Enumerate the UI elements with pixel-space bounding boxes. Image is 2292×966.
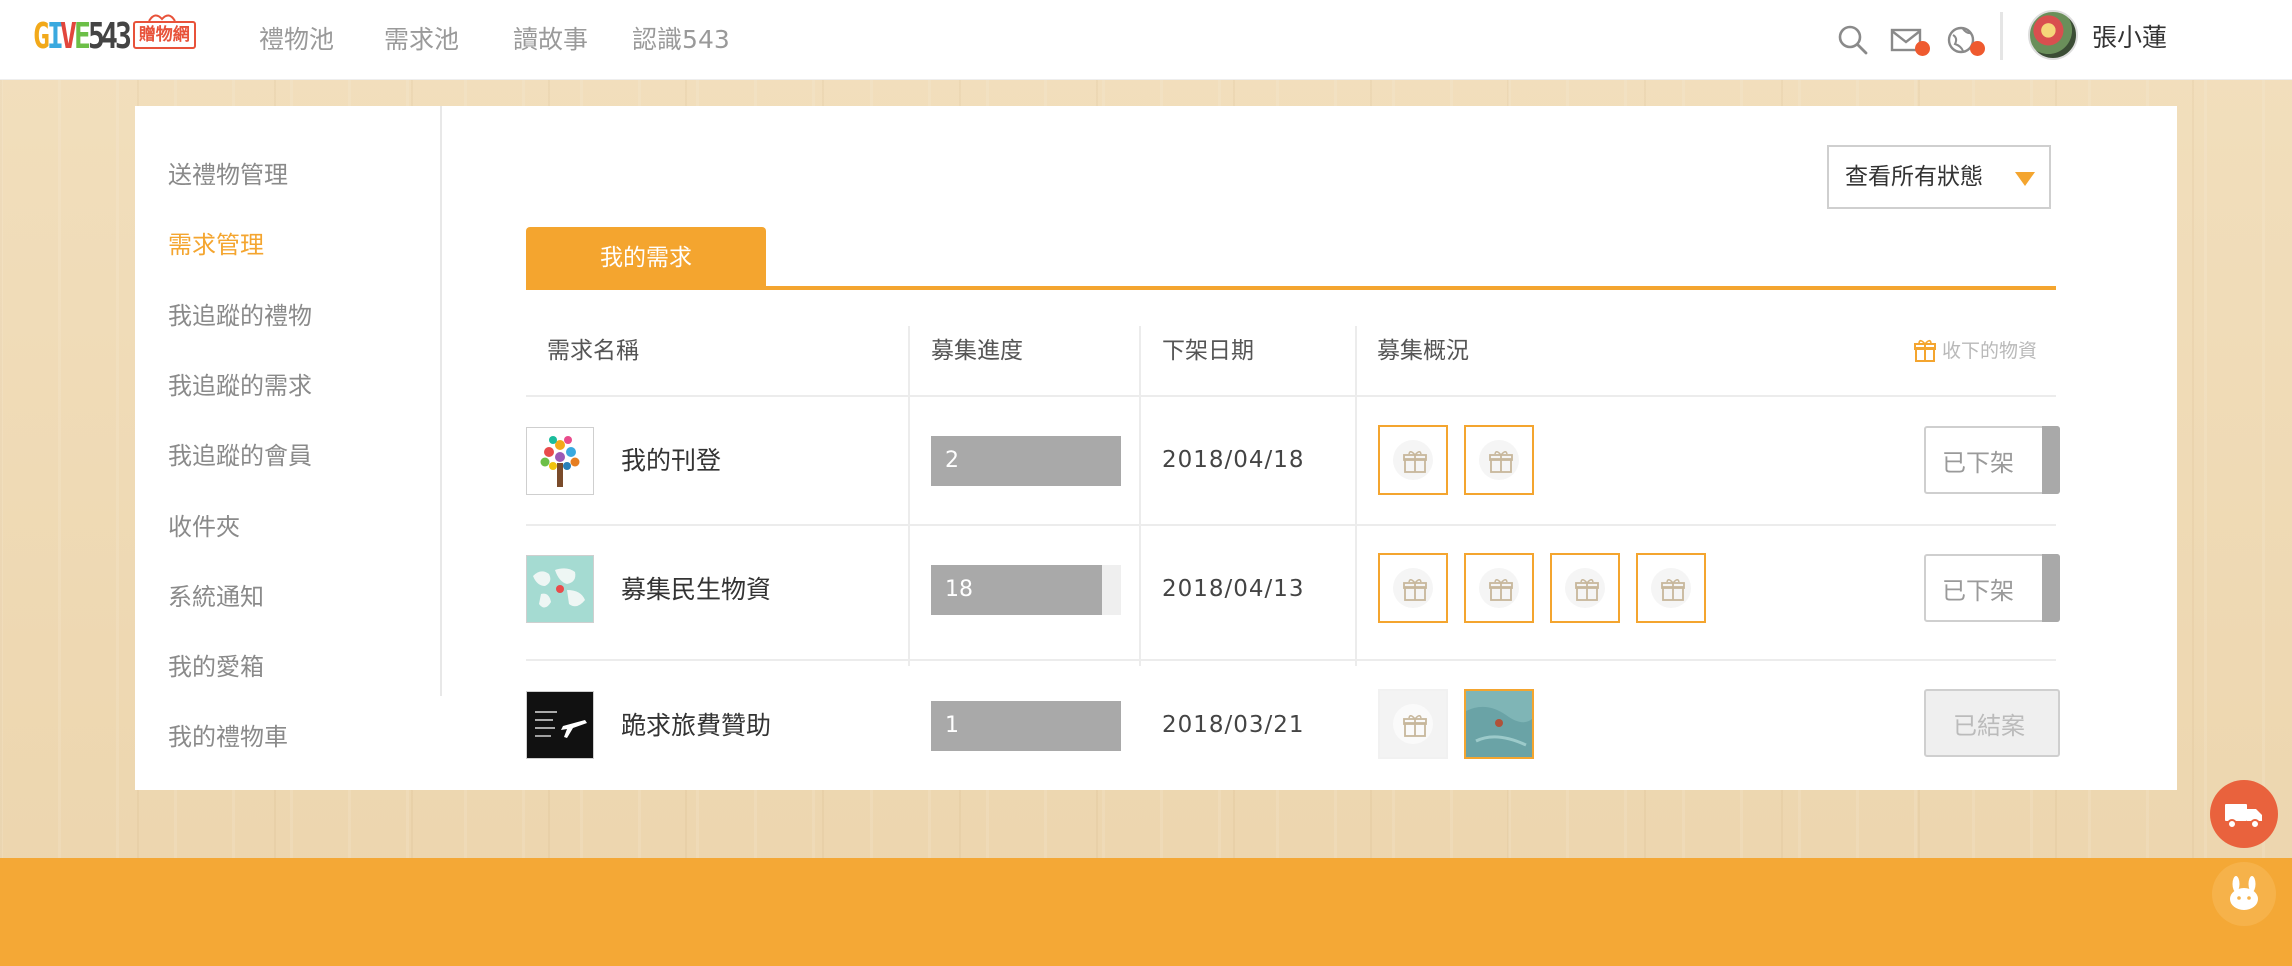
end-date: 2018/03/21 [1162,712,1305,738]
search-icon[interactable] [1833,20,1873,60]
demand-name[interactable]: 募集民生物資 [621,572,771,608]
table-row: 募集民生物資 18 2018/04/13 已下架 [526,536,2060,656]
gift-icon [1489,451,1513,473]
row-divider [526,395,2056,397]
gift-slot[interactable] [1464,425,1534,495]
table-row: 跪求旅費贊助 1 2018/03/21 已結案 [526,671,2060,791]
bunny-button[interactable] [2212,862,2276,926]
tree-image [540,436,580,487]
sidebar-item-love-box[interactable]: 我的愛箱 [168,650,264,684]
truck-button[interactable] [2210,780,2278,848]
end-date: 2018/04/13 [1162,576,1305,602]
sidebar-item-gift-management[interactable]: 送禮物管理 [168,158,288,192]
gift-slot[interactable] [1378,425,1448,495]
gift-icon [1403,715,1427,737]
ribbon-icon [147,14,176,21]
nav-stories[interactable]: 讀故事 [513,22,588,58]
truck-icon [2225,804,2262,829]
col-header-overview: 募集概況 [1377,338,1469,364]
logo-letter: 3 [115,16,132,57]
airplane-image [527,692,593,758]
top-header: G I V E 5 4 3 贈物網 禮物池 需求池 讀故事 認識543 張小蓮 [0,0,2292,80]
progress-value: 1 [945,713,959,738]
site-logo[interactable]: G I V E 5 4 3 贈物網 [33,14,196,61]
username[interactable]: 張小蓮 [2092,20,2167,56]
unlisted-button[interactable]: 已下架 [1924,554,2060,622]
tab-my-demands[interactable]: 我的需求 [526,227,766,289]
progress-fill [931,701,1121,751]
table-row: 我的刊登 2 2018/04/18 已下架 [526,406,2060,526]
progress-bar: 18 [931,565,1121,615]
button-label: 已下架 [1942,576,2014,605]
bunny-icon [2230,876,2258,910]
status-filter-label: 查看所有狀態 [1845,164,1983,190]
sidebar-item-inbox[interactable]: 收件夾 [168,510,240,544]
col-header-received: 收下的物資 [1914,334,2037,368]
sidebar-item-tracked-gifts[interactable]: 我追蹤的禮物 [168,299,312,333]
caret-down-icon [2015,172,2035,186]
demand-thumbnail[interactable] [526,427,594,495]
gift-slot[interactable] [1378,553,1448,623]
button-edge [2042,426,2060,494]
gift-icon [1914,339,1936,362]
gift-icon [1403,579,1427,601]
logo-sub-text: 贈物網 [132,21,196,49]
demand-thumbnail[interactable] [526,691,594,759]
logo-subtitle: 贈物網 [132,14,196,49]
col-header-date: 下架日期 [1162,338,1254,364]
globe-notification-dot [1970,41,1985,56]
demand-thumbnail[interactable] [526,555,594,623]
received-gift-photo[interactable] [1464,689,1534,759]
gift-icon [1403,451,1427,473]
demand-name[interactable]: 跪求旅費贊助 [621,708,771,744]
logo-wordmark: G I V E 5 4 3 [33,16,132,57]
tab-underline [526,286,2056,290]
demand-name[interactable]: 我的刊登 [621,443,721,479]
avatar[interactable] [2028,10,2078,60]
progress-value: 18 [945,577,973,602]
col-header-progress: 募集進度 [931,338,1023,364]
mail-icon[interactable] [1888,20,1930,60]
button-label: 已結案 [1953,711,2025,740]
progress-fill [931,436,1121,486]
gift-slot-empty[interactable] [1378,689,1448,759]
gift-slot[interactable] [1464,553,1534,623]
gift-icon [1661,579,1685,601]
end-date: 2018/04/18 [1162,447,1305,473]
gift-icon [1489,579,1513,601]
unlisted-button[interactable]: 已下架 [1924,426,2060,494]
row-divider [526,659,2056,661]
globe-icon[interactable] [1943,20,1985,60]
col-header-name: 需求名稱 [547,338,639,364]
nav-gift-pool[interactable]: 禮物池 [259,22,334,58]
sidebar-item-tracked-members[interactable]: 我追蹤的會員 [168,439,312,473]
mail-notification-dot [1915,41,1930,56]
main-card: 送禮物管理 需求管理 我追蹤的禮物 我追蹤的需求 我追蹤的會員 收件夾 系統通知… [135,106,2177,790]
sidebar-item-gift-cart[interactable]: 我的禮物車 [168,720,288,754]
sidebar: 送禮物管理 需求管理 我追蹤的禮物 我追蹤的需求 我追蹤的會員 收件夾 系統通知… [135,106,442,751]
sidebar-item-notifications[interactable]: 系統通知 [168,580,264,614]
gift-slot[interactable] [1550,553,1620,623]
world-map-image [527,556,593,622]
sidebar-item-demand-management[interactable]: 需求管理 [168,228,264,262]
received-label: 收下的物資 [1942,340,2038,362]
progress-value: 2 [945,448,959,473]
closed-button[interactable]: 已結案 [1924,689,2060,757]
progress-bar: 1 [931,701,1121,751]
button-label: 已下架 [1942,448,2014,477]
progress-bar: 2 [931,436,1121,486]
main-nav: 禮物池 需求池 讀故事 認識543 [259,22,780,58]
photo-image [1466,691,1532,757]
nav-demand-pool[interactable]: 需求池 [384,22,459,58]
gift-icon [1575,579,1599,601]
nav-about[interactable]: 認識543 [632,22,730,58]
header-divider [2000,12,2003,60]
sidebar-item-tracked-demands[interactable]: 我追蹤的需求 [168,369,312,403]
status-filter-select[interactable]: 查看所有狀態 [1827,145,2051,209]
footer [0,858,2292,966]
button-edge [2042,554,2060,622]
gift-slot[interactable] [1636,553,1706,623]
